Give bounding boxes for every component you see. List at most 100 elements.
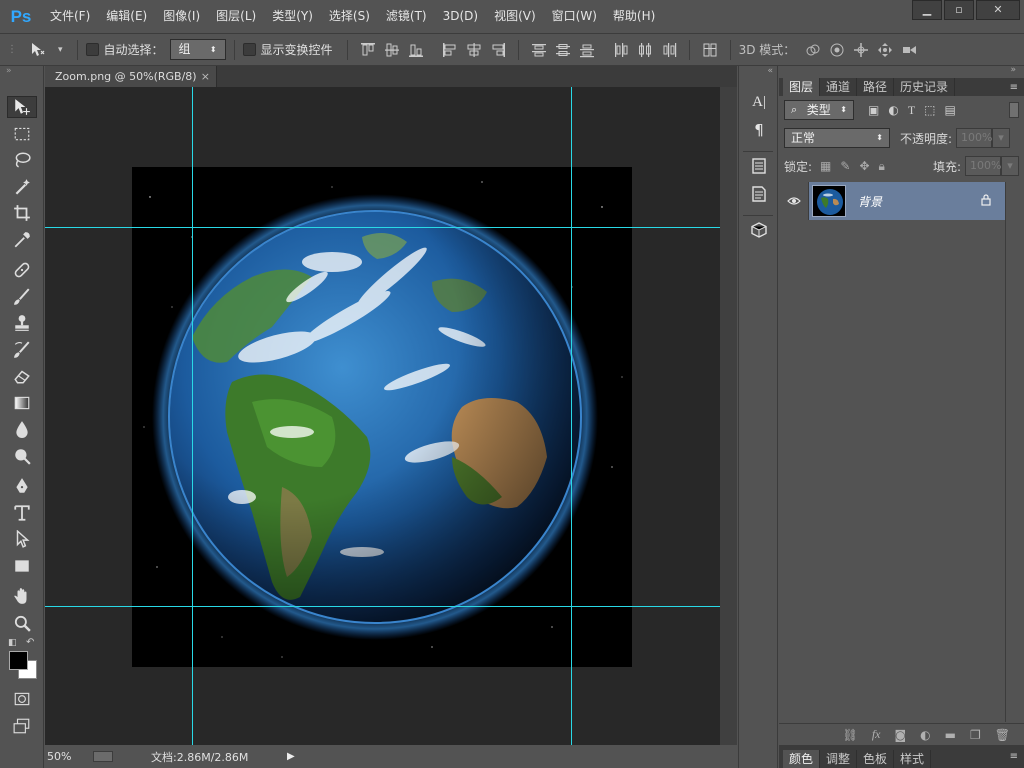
guide-vertical[interactable] [571, 87, 572, 745]
screen-mode-icon[interactable] [0, 713, 44, 740]
distribute-right-icon[interactable] [660, 41, 678, 59]
paragraph-panel-icon[interactable]: ¶ [739, 116, 779, 144]
move-tool-preset-icon[interactable] [21, 41, 55, 59]
3d-rotate-icon[interactable] [802, 41, 824, 59]
pen-tool[interactable] [0, 473, 44, 500]
3d-slide-icon[interactable] [874, 41, 896, 59]
layer-row-background[interactable]: 背景 [779, 182, 1005, 220]
auto-align-icon[interactable] [701, 41, 719, 59]
clone-stamp-tool[interactable] [0, 310, 44, 337]
new-layer-icon[interactable]: ❐ [970, 728, 981, 742]
lasso-tool[interactable] [0, 147, 44, 174]
3d-scale-icon[interactable] [898, 41, 920, 59]
fill-field[interactable]: 100% [965, 156, 1001, 176]
opacity-dropdown-icon[interactable]: ▾ [992, 128, 1011, 148]
tab-channels[interactable]: 通道 [820, 78, 858, 96]
guide-horizontal[interactable] [45, 227, 720, 228]
distribute-top-icon[interactable] [530, 41, 548, 59]
close-tab-icon[interactable]: × [201, 66, 210, 87]
path-selection-tool[interactable] [0, 526, 44, 553]
tab-swatches[interactable]: 色板 [857, 750, 895, 768]
guide-horizontal[interactable] [45, 606, 720, 607]
fx-icon[interactable]: fx [872, 727, 881, 742]
guide-vertical[interactable] [192, 87, 193, 745]
healing-brush-tool[interactable] [0, 257, 44, 284]
fill-dropdown-icon[interactable]: ▾ [1001, 156, 1019, 176]
type-tool[interactable] [0, 500, 44, 527]
dodge-tool[interactable] [0, 443, 44, 470]
align-left-icon[interactable] [441, 41, 459, 59]
distribute-hcenter-icon[interactable] [636, 41, 654, 59]
align-top-icon[interactable] [359, 41, 377, 59]
menu-image[interactable]: 图像(I) [155, 0, 208, 33]
tab-paths[interactable]: 路径 [857, 78, 895, 96]
menu-window[interactable]: 窗口(W) [544, 0, 605, 33]
lock-position-icon[interactable]: ✥ [859, 159, 869, 174]
link-icon[interactable]: ⛓ [843, 728, 858, 742]
status-preview-icon[interactable] [93, 751, 113, 762]
close-button[interactable]: ✕ [976, 0, 1020, 20]
adjustment-icon[interactable]: ◐ [920, 728, 930, 742]
eyedropper-tool[interactable] [0, 227, 44, 254]
layer-name[interactable]: 背景 [858, 193, 882, 210]
align-hcenter-icon[interactable] [465, 41, 483, 59]
menu-view[interactable]: 视图(V) [486, 0, 544, 33]
menu-help[interactable]: 帮助(H) [605, 0, 663, 33]
menu-select[interactable]: 选择(S) [321, 0, 378, 33]
properties-panel-icon[interactable] [739, 152, 779, 180]
lock-paint-icon[interactable]: ✎ [840, 159, 850, 174]
tab-adjustments[interactable]: 调整 [820, 750, 858, 768]
panel-menu-icon[interactable]: ≡ [1010, 751, 1018, 762]
menu-3d[interactable]: 3D(D) [435, 0, 486, 33]
distribute-left-icon[interactable] [612, 41, 630, 59]
lock-all-icon[interactable]: 🔒︎ [879, 159, 885, 174]
opacity-field[interactable]: 100% [956, 128, 993, 148]
menu-layer[interactable]: 图层(L) [208, 0, 264, 33]
menu-edit[interactable]: 编辑(E) [98, 0, 155, 33]
lock-transparent-icon[interactable]: ▦ [820, 159, 831, 174]
status-menu-arrow-icon[interactable]: ▶ [287, 751, 295, 762]
foreground-color-swatch[interactable] [9, 651, 28, 670]
preset-dropdown-icon[interactable]: ▾ [58, 45, 63, 55]
filter-toggle[interactable] [1009, 102, 1019, 118]
zoom-tool[interactable] [0, 610, 44, 637]
filter-pixel-icon[interactable]: ▣ [868, 103, 879, 118]
filter-shape-icon[interactable]: ⬚ [924, 103, 935, 118]
blur-tool[interactable] [0, 416, 44, 443]
default-colors-icon[interactable]: ◧ [8, 638, 17, 648]
history-brush-tool[interactable] [0, 337, 44, 364]
3d-roll-icon[interactable] [826, 41, 848, 59]
menu-filter[interactable]: 滤镜(T) [378, 0, 435, 33]
menu-file[interactable]: 文件(F) [42, 0, 98, 33]
zoom-level[interactable]: 50% [45, 750, 93, 763]
rectangle-tool[interactable] [0, 553, 44, 580]
move-tool[interactable] [0, 94, 44, 121]
tab-layers[interactable]: 图层 [783, 78, 821, 96]
mask-icon[interactable]: ◙ [895, 728, 907, 742]
trash-icon[interactable]: 🗑︎ [995, 728, 1010, 742]
align-vcenter-icon[interactable] [383, 41, 401, 59]
auto-select-checkbox[interactable] [85, 43, 99, 56]
align-right-icon[interactable] [489, 41, 507, 59]
notes-panel-icon[interactable] [739, 180, 779, 208]
filter-type-icon[interactable]: T [908, 103, 915, 118]
show-transform-checkbox[interactable] [242, 43, 256, 56]
swap-colors-icon[interactable]: ↶ [26, 637, 34, 648]
maximize-button[interactable]: ▫ [944, 0, 974, 20]
marquee-tool[interactable] [0, 121, 44, 148]
crop-tool[interactable] [0, 200, 44, 227]
gradient-tool[interactable] [0, 390, 44, 417]
tab-styles[interactable]: 样式 [894, 750, 932, 768]
align-bottom-icon[interactable] [407, 41, 425, 59]
expand-arrows-icon[interactable]: « [739, 66, 777, 78]
brush-tool[interactable] [0, 284, 44, 311]
quick-mask-icon[interactable] [0, 686, 44, 713]
3d-panel-icon[interactable] [739, 216, 779, 244]
vertical-scrollbar[interactable] [720, 87, 737, 745]
filter-kind-dropdown[interactable]: ⌕ 类型 ⬍ [784, 100, 854, 120]
folder-icon[interactable]: ▬ [945, 728, 956, 742]
document-tab[interactable]: Zoom.png @ 50%(RGB/8) × [45, 66, 217, 87]
magic-wand-tool[interactable] [0, 174, 44, 201]
character-panel-icon[interactable]: A| [739, 88, 779, 116]
tab-color[interactable]: 颜色 [783, 750, 821, 768]
